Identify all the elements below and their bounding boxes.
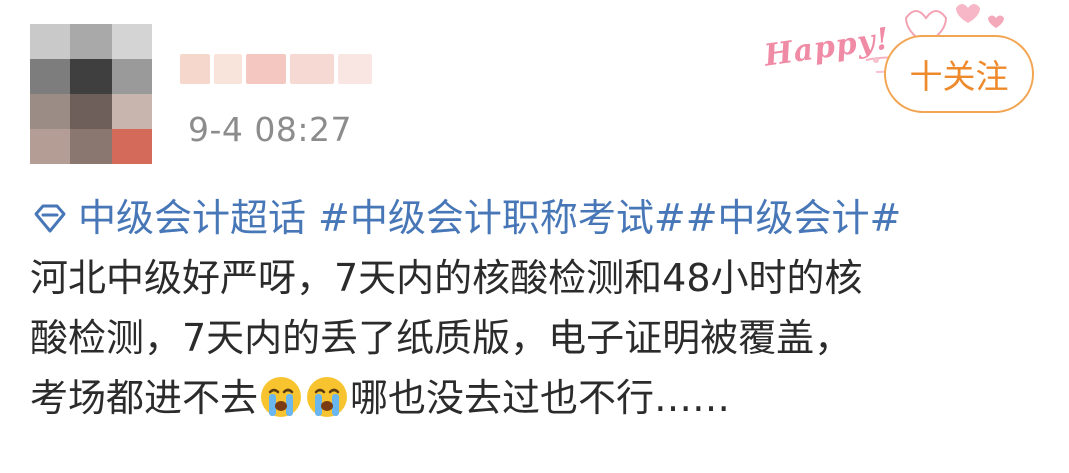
body-text-segment: 考场都进不去: [30, 376, 259, 420]
hashtag-link-exam[interactable]: #中级会计职称考试#: [318, 188, 686, 248]
follow-button-label: 十关注: [909, 57, 1009, 96]
body-line-2: 酸检测，7天内的丢了纸质版，电子证明被覆盖，: [30, 316, 853, 360]
supertopic-diamond-icon: [34, 204, 66, 233]
crying-face-icon: [307, 377, 348, 417]
crying-face-icon: [261, 377, 302, 417]
body-text-segment: 哪也没去过也不行……: [350, 376, 731, 420]
body-line-1: 河北中级好严呀，7天内的核酸检测和48小时的核: [30, 256, 863, 300]
hashtag-link-accounting[interactable]: #中级会计#: [686, 188, 902, 248]
username[interactable]: [180, 48, 380, 94]
follow-button[interactable]: 十关注: [884, 35, 1034, 113]
post-content: 中级会计超话 #中级会计职称考试# #中级会计# 河北中级好严呀，7天内的核酸检…: [30, 188, 1050, 428]
avatar[interactable]: [30, 24, 152, 164]
post-timestamp: 9-4 08:27: [188, 110, 352, 149]
body-line-3: 考场都进不去 哪也没去过也不行……: [30, 368, 1050, 428]
topic-line: 中级会计超话 #中级会计职称考试# #中级会计#: [30, 188, 1050, 248]
supertopic-link[interactable]: 中级会计超话: [78, 188, 306, 248]
